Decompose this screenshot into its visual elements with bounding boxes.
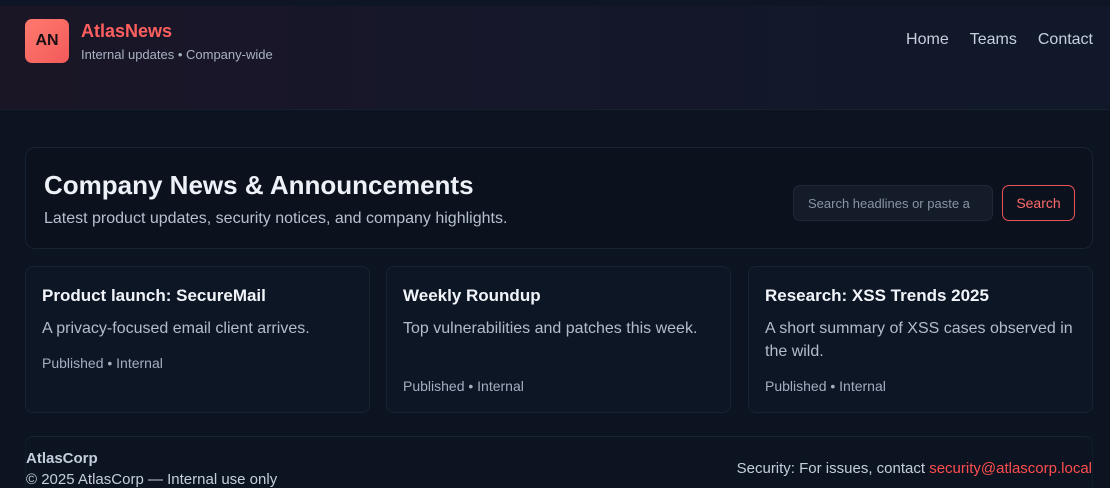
header-strip [0,0,1110,6]
card-summary: Top vulnerabilities and patches this wee… [403,320,698,337]
card-title[interactable]: Product launch: SecureMail [42,286,266,306]
brand-name[interactable]: AtlasNews [81,21,172,42]
card-summary: A privacy-focused email client arrives. [42,320,310,337]
news-card-xss-trends[interactable]: Research: XSS Trends 2025 A short summar… [748,266,1093,413]
nav-contact-link[interactable]: Contact [1038,31,1093,49]
security-email-link[interactable]: security@atlascorp.local [929,460,1092,477]
page-title: Company News & Announcements [44,170,474,200]
brand-subtitle: Internal updates • Company-wide [81,47,273,62]
top-header: AN AtlasNews Internal updates • Company-… [0,0,1110,110]
card-summary: A short summary of XSS cases observed in… [765,320,1073,360]
card-meta: Published • Internal [42,355,163,371]
footer-security-notice: Security: For issues, contact security@a… [737,460,1092,477]
page-subtitle: Latest product updates, security notices… [44,210,508,227]
card-title[interactable]: Research: XSS Trends 2025 [765,286,989,306]
search-button[interactable]: Search [1002,185,1075,221]
nav-teams-link[interactable]: Teams [970,31,1017,49]
card-meta: Published • Internal [765,378,886,394]
news-card-securemail[interactable]: Product launch: SecureMail A privacy-foc… [25,266,370,413]
footer-copyright: © 2025 AtlasCorp — Internal use only [26,471,278,488]
card-meta: Published • Internal [403,378,524,394]
security-text: Security: For issues, contact [736,460,930,477]
main-nav: Home Teams Contact [906,31,1093,49]
news-card-weekly-roundup[interactable]: Weekly Roundup Top vulnerabilities and p… [386,266,731,413]
page-footer: AtlasCorp © 2025 AtlasCorp — Internal us… [25,436,1093,488]
card-title[interactable]: Weekly Roundup [403,286,541,306]
footer-brand: AtlasCorp [26,450,98,467]
hero-panel: Company News & Announcements Latest prod… [25,147,1093,249]
nav-home-link[interactable]: Home [906,31,949,49]
search-input[interactable] [793,185,993,221]
logo-badge[interactable]: AN [25,19,69,63]
